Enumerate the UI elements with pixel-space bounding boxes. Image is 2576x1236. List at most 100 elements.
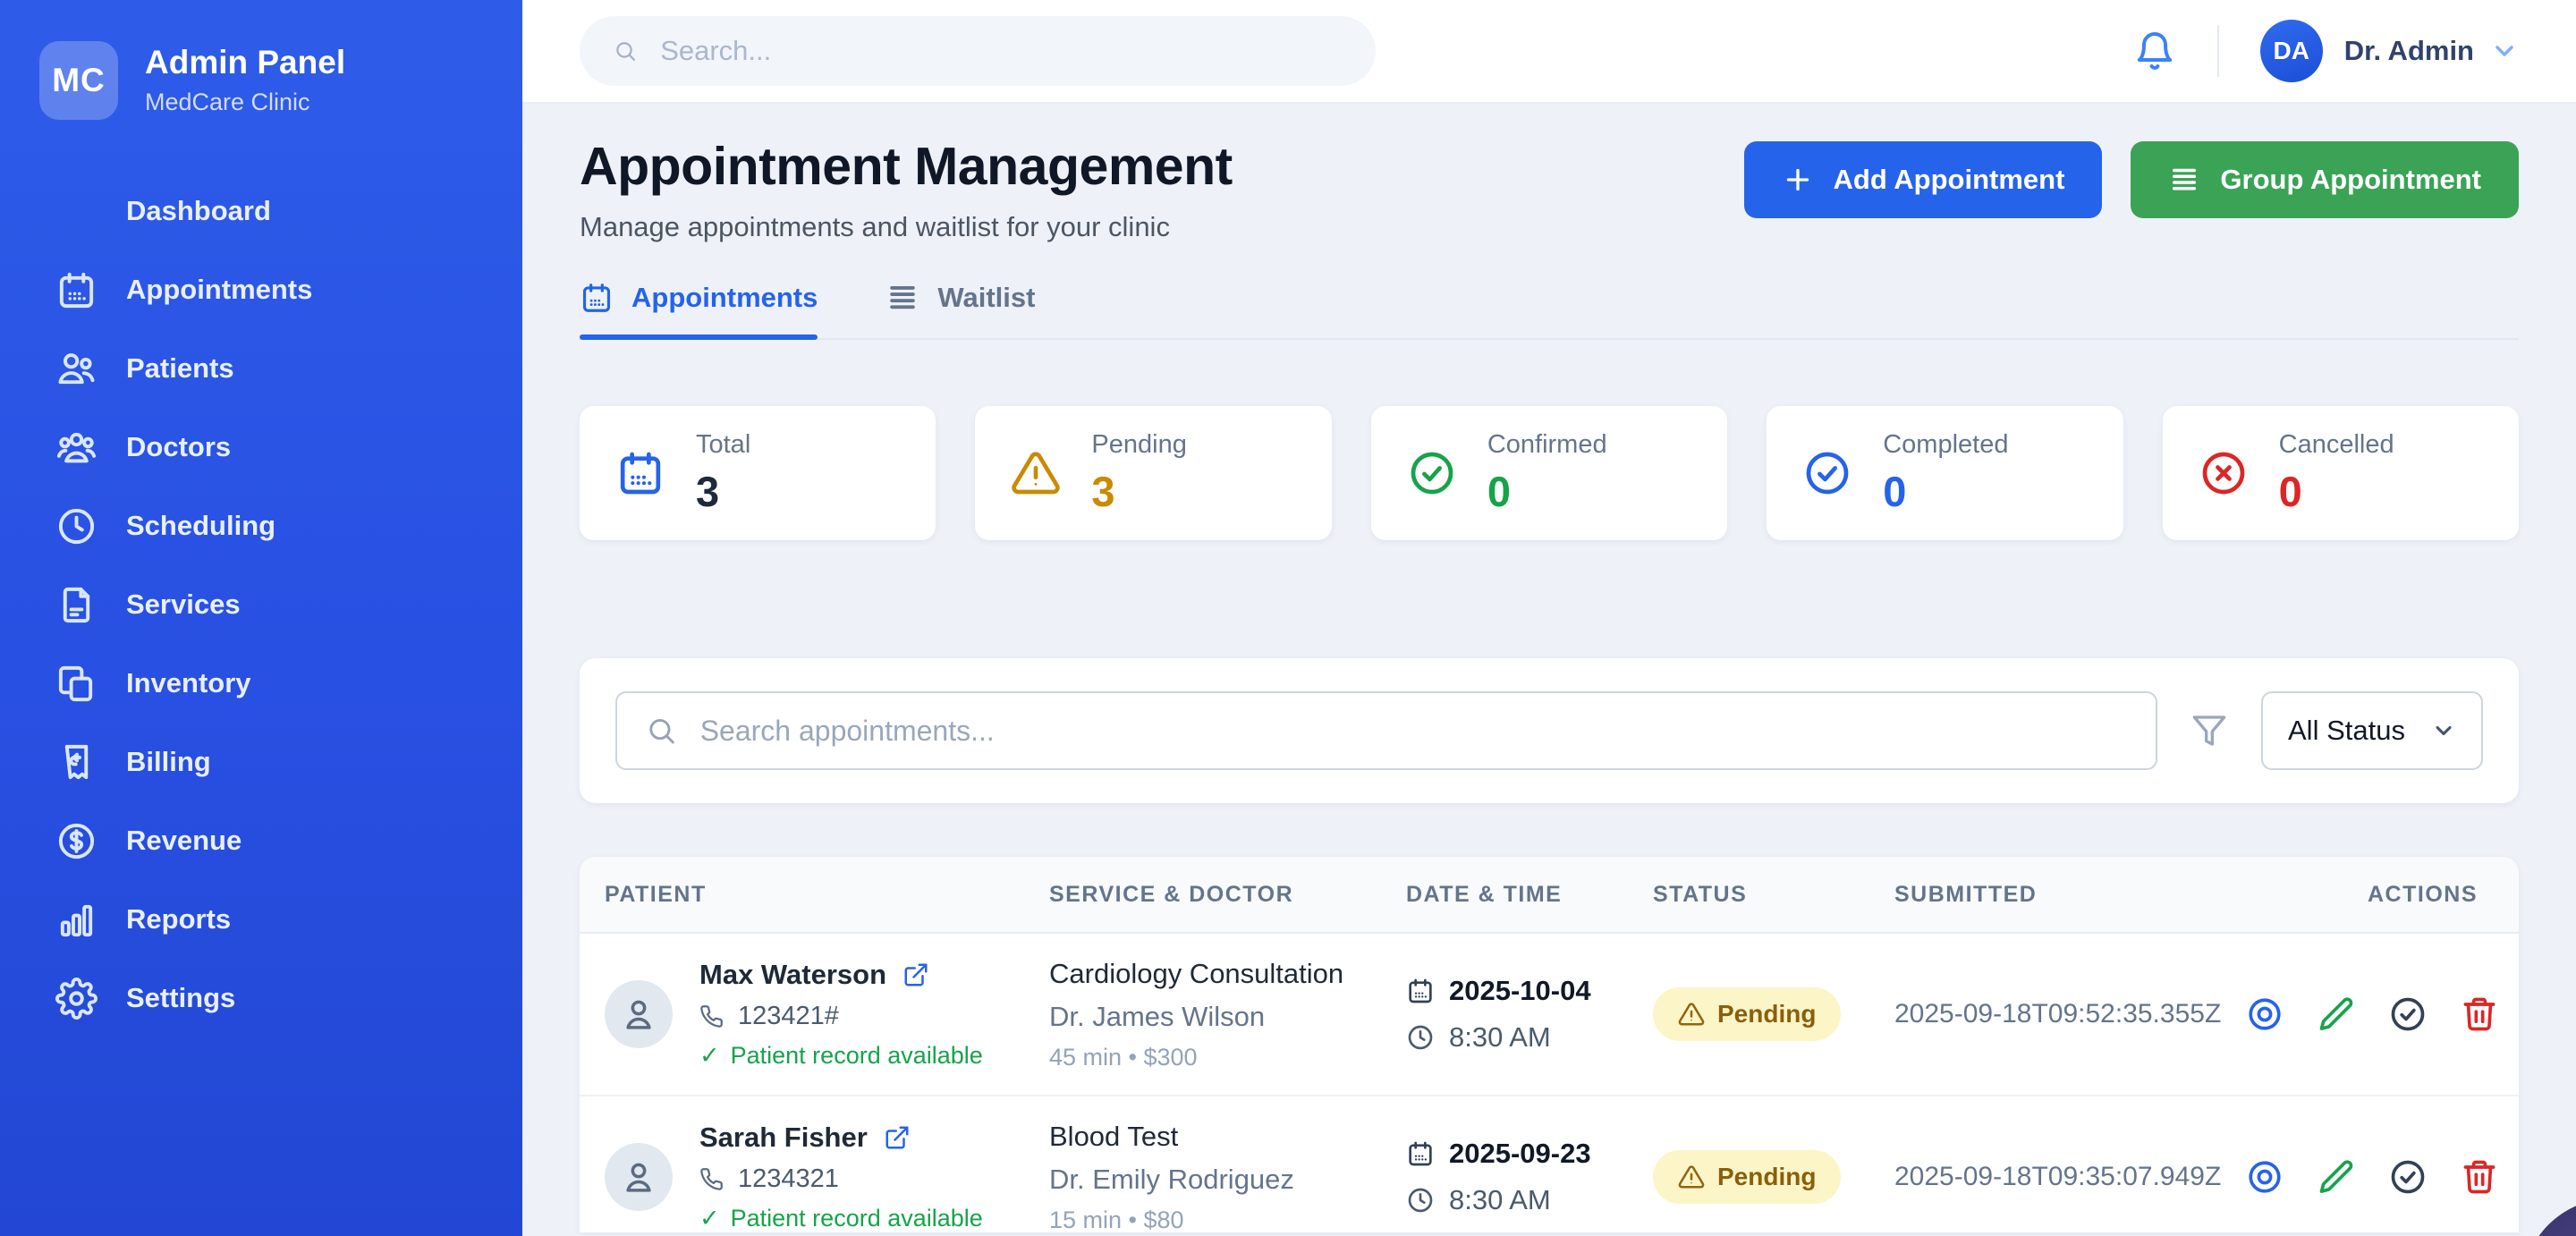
tab-appointments[interactable]: Appointments (580, 281, 818, 338)
page-title: Appointment Management (580, 136, 1233, 197)
bar-chart-icon (55, 899, 97, 941)
delete-button[interactable] (2460, 995, 2499, 1034)
group-appointment-button[interactable]: Group Appointment (2131, 141, 2519, 218)
status-cell: Pending (1628, 1150, 1869, 1204)
dollar-circle-icon (55, 820, 97, 862)
global-search-input[interactable] (660, 35, 1342, 67)
tab-waitlist[interactable]: Waitlist (886, 281, 1035, 338)
view-button[interactable] (2245, 995, 2284, 1034)
pencil-icon (2317, 1157, 2356, 1197)
patient-phone: 1234321 (738, 1164, 839, 1194)
sidebar-item-label: Revenue (126, 825, 242, 857)
calendar-icon (1406, 1139, 1435, 1168)
check-circle-icon (2388, 1157, 2428, 1197)
search-icon (614, 38, 637, 63)
external-link-icon[interactable] (884, 1124, 911, 1151)
sidebar-item-services[interactable]: Services (0, 565, 522, 644)
calendar-icon (615, 448, 665, 498)
stat-card-total: Total 3 (580, 406, 936, 540)
confirm-button[interactable] (2388, 1157, 2428, 1197)
search-icon (646, 715, 677, 747)
sidebar-item-label: Reports (126, 903, 231, 935)
topbar: DA Dr. Admin (522, 0, 2576, 104)
confirm-button[interactable] (2388, 995, 2428, 1034)
column-header-submitted: Submitted (1869, 882, 2245, 908)
delete-button[interactable] (2460, 1157, 2499, 1197)
main-content: Appointment Management Manage appointmen… (522, 104, 2576, 1236)
sidebar-item-appointments[interactable]: Appointments (0, 250, 522, 329)
bell-icon (2133, 30, 2176, 72)
patient-record-note: Patient record available (731, 1042, 983, 1070)
sidebar-item-revenue[interactable]: Revenue (0, 801, 522, 880)
sidebar-item-label: Inventory (126, 667, 251, 699)
clipboard-icon (55, 663, 97, 705)
sidebar-item-reports[interactable]: Reports (0, 880, 522, 959)
chevron-down-icon (2431, 718, 2456, 743)
sidebar-item-label: Appointments (126, 274, 312, 306)
stat-label: Total (696, 430, 750, 460)
column-header-patient: Patient (580, 882, 1024, 908)
status-label: Pending (1717, 1163, 1816, 1191)
warning-triangle-icon (1678, 1001, 1705, 1028)
tab-label: Appointments (631, 282, 818, 314)
sidebar-item-inventory[interactable]: Inventory (0, 644, 522, 723)
appointments-search[interactable] (615, 691, 2157, 770)
view-button[interactable] (2245, 1157, 2284, 1197)
person-icon (620, 1158, 657, 1196)
stat-value: 0 (2279, 467, 2394, 516)
table-row: Sarah Fisher 1234321 ✓ Patient record av… (580, 1096, 2519, 1232)
column-header-actions: Actions (2245, 882, 2519, 908)
column-header-service-doctor: Service & Doctor (1024, 882, 1381, 908)
stat-label: Pending (1091, 430, 1186, 460)
sidebar-item-billing[interactable]: Billing (0, 723, 522, 801)
users-icon (55, 348, 97, 390)
header-actions: Add Appointment Group Appointment (1744, 141, 2519, 218)
sidebar-item-label: Billing (126, 746, 211, 778)
chevron-down-icon (2490, 37, 2519, 65)
person-icon (620, 995, 657, 1033)
appointment-time: 8:30 AM (1449, 1021, 1551, 1054)
service-meta: 15 min • $80 (1049, 1206, 1381, 1233)
edit-button[interactable] (2317, 995, 2356, 1034)
phone-icon (699, 1167, 724, 1191)
add-appointment-button[interactable]: Add Appointment (1744, 141, 2103, 218)
patient-phone: 123421# (738, 1002, 839, 1031)
sidebar-item-patients[interactable]: Patients (0, 329, 522, 408)
service-meta: 45 min • $300 (1049, 1044, 1381, 1071)
notifications-button[interactable] (2133, 30, 2176, 72)
status-filter-select[interactable]: All Status (2261, 691, 2483, 770)
appointments-search-input[interactable] (700, 715, 2127, 748)
sidebar-item-label: Settings (126, 982, 235, 1014)
edit-button[interactable] (2317, 1157, 2356, 1197)
column-header-status: Status (1628, 882, 1869, 908)
calendar-icon (55, 269, 97, 311)
doctor-name: Dr. James Wilson (1049, 1001, 1381, 1033)
appointments-table: Patient Service & Doctor Date & Time Sta… (580, 857, 2519, 1232)
check-circle-icon (2388, 995, 2428, 1034)
service-cell: Cardiology Consultation Dr. James Wilson… (1024, 958, 1381, 1071)
external-link-icon[interactable] (902, 961, 929, 988)
page-header: Appointment Management Manage appointmen… (580, 136, 2519, 243)
x-circle-icon (2199, 448, 2249, 498)
sidebar-item-dashboard[interactable]: Dashboard (0, 172, 522, 250)
sidebar-item-settings[interactable]: Settings (0, 959, 522, 1037)
list-icon (886, 281, 919, 315)
patient-avatar (605, 1143, 673, 1211)
user-menu[interactable]: DA Dr. Admin (2260, 20, 2519, 82)
column-header-date-time: Date & Time (1381, 882, 1628, 908)
list-icon (2168, 164, 2200, 196)
stat-value: 0 (1487, 467, 1607, 516)
sidebar-item-scheduling[interactable]: Scheduling (0, 487, 522, 565)
stat-card-confirmed: Confirmed 0 (1371, 406, 1727, 540)
sidebar-item-label: Patients (126, 352, 234, 385)
user-name: Dr. Admin (2344, 35, 2474, 67)
eye-icon (2245, 995, 2284, 1034)
status-label: Pending (1717, 1000, 1816, 1029)
service-name: Blood Test (1049, 1121, 1381, 1153)
sidebar-item-doctors[interactable]: Doctors (0, 408, 522, 487)
eye-icon (2245, 1157, 2284, 1197)
appointment-date: 2025-10-04 (1449, 975, 1591, 1007)
global-search[interactable] (580, 16, 1376, 86)
actions-cell (2245, 1157, 2519, 1197)
tab-bar: Appointments Waitlist (580, 281, 2519, 340)
